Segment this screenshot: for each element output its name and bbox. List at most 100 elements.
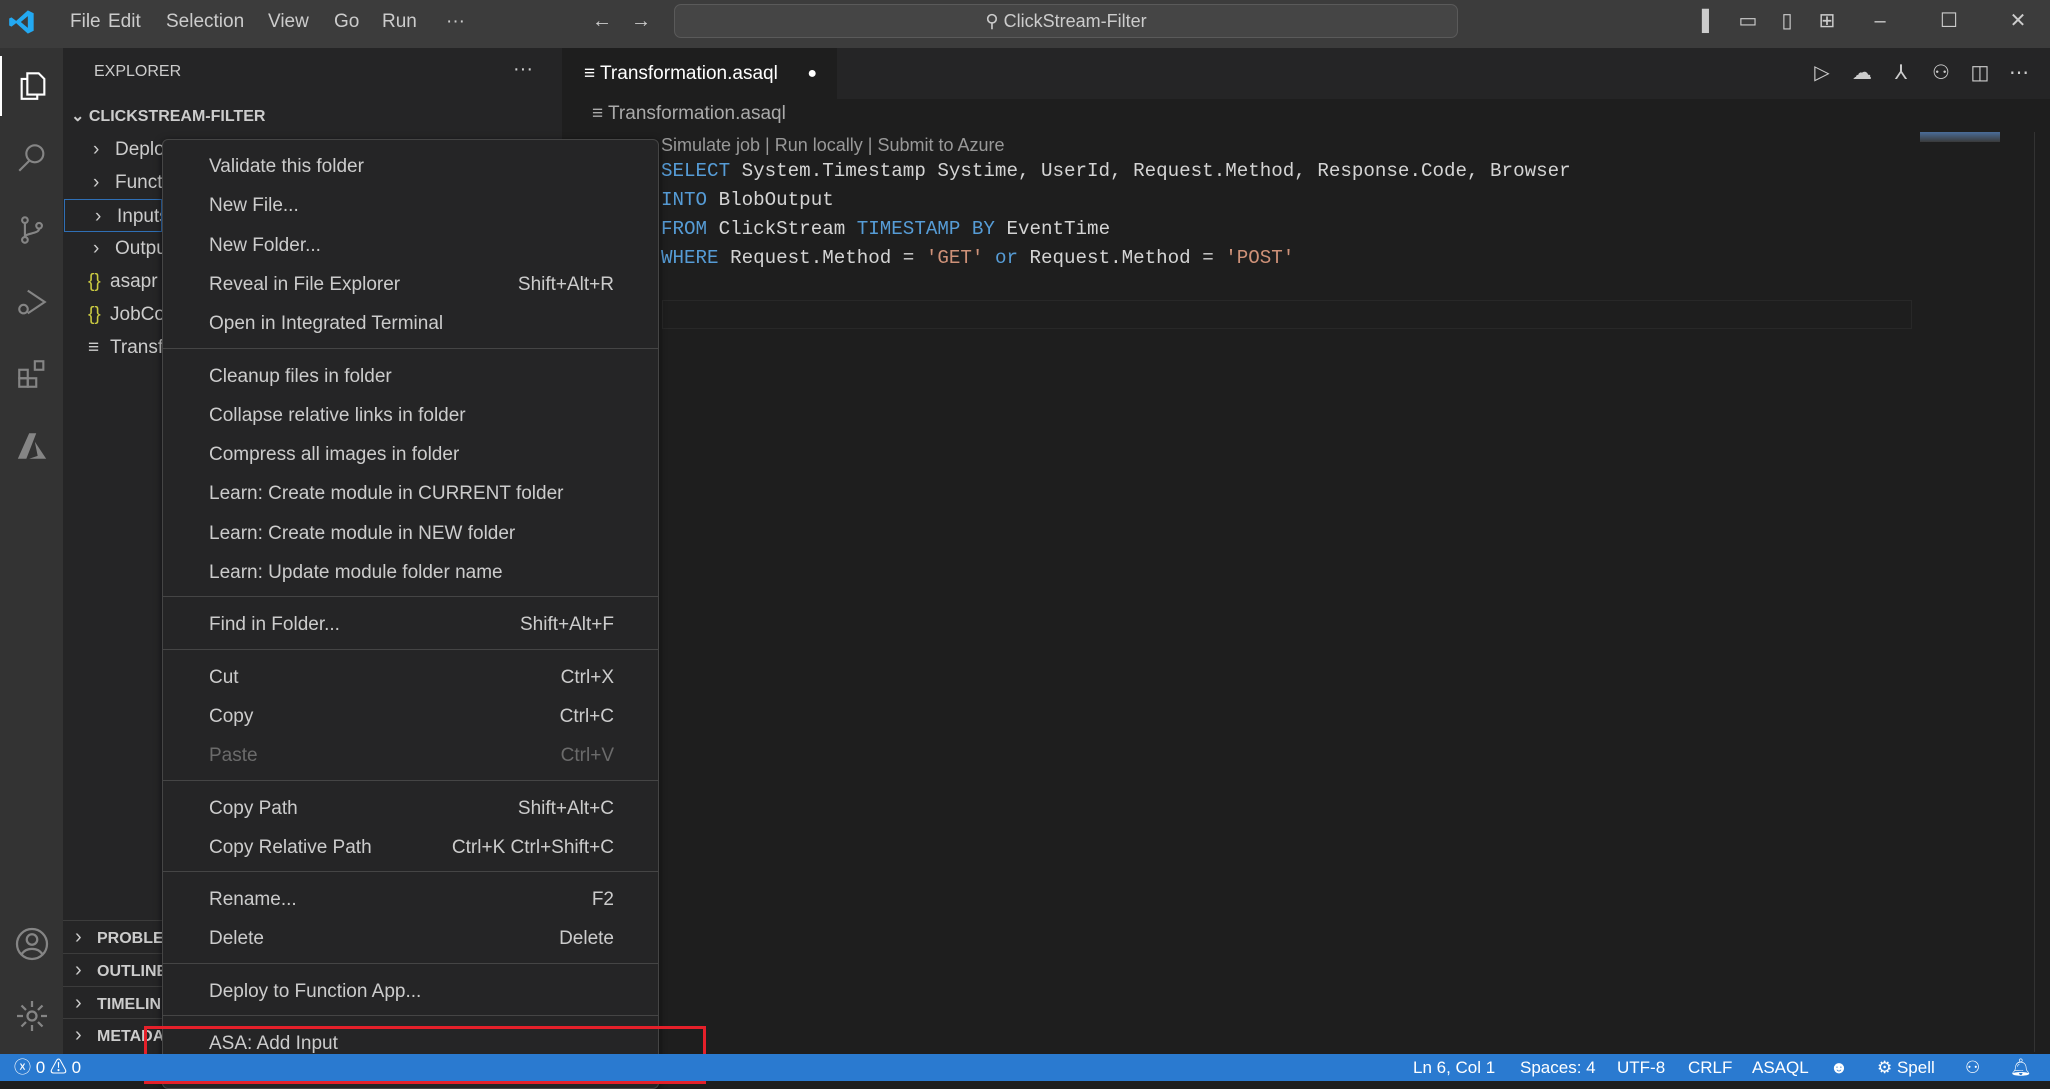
menu-run[interactable]: Run	[382, 0, 417, 44]
status-bar: ⓧ 0 ⚠ 0 Ln 6, Col 1 Spaces: 4 UTF-8 CRLF…	[0, 1054, 2050, 1081]
cursor-position[interactable]: Ln 6, Col 1	[1413, 1054, 1495, 1081]
chevron-right-icon: ›	[75, 926, 82, 948]
menu-item-deploy-to-function-app[interactable]: Deploy to Function App...	[163, 972, 658, 1011]
run-debug-icon[interactable]	[0, 272, 63, 332]
tree-item[interactable]: › Inputs	[64, 199, 162, 232]
tree-item[interactable]: › Outpu	[63, 232, 163, 265]
menu-separator	[163, 347, 658, 349]
menu-edit[interactable]: Edit	[108, 0, 141, 44]
code-token: INTO	[661, 189, 708, 211]
code-line[interactable]: INTO BlobOutput	[661, 186, 834, 215]
menu-item-label: Cut	[209, 666, 239, 688]
more-actions-icon[interactable]: ⋯	[2006, 60, 2032, 86]
menu-item-shortcut: Shift+Alt+C	[517, 797, 614, 819]
minimap[interactable]	[1920, 132, 2000, 142]
menu-item-learn-create-module-in-new-folder[interactable]: Learn: Create module in NEW folder	[163, 514, 658, 553]
menu-item-copy-path[interactable]: Copy Path Shift+Alt+C	[163, 789, 658, 828]
forward-arrow-icon[interactable]: →	[628, 8, 654, 34]
menu-separator	[163, 779, 658, 781]
menu-item-shortcut: Ctrl+C	[559, 705, 614, 727]
tree-item[interactable]: › Funct	[63, 166, 163, 199]
search-icon[interactable]	[0, 128, 63, 188]
language-mode[interactable]: ASAQL	[1752, 1054, 1809, 1081]
breadcrumb[interactable]: ≡ Transformation.asaql	[592, 103, 786, 125]
tree-item-label: Outpu	[115, 238, 163, 259]
menu-item-reveal-in-file-explorer[interactable]: Reveal in File Explorer Shift+Alt+R	[163, 265, 658, 304]
menu-item-shortcut: Shift+Alt+F	[520, 614, 614, 636]
encoding[interactable]: UTF-8	[1617, 1054, 1665, 1081]
workspace-root[interactable]: ⌄ CLICKSTREAM-FILTER	[71, 100, 265, 133]
notifications-bell-icon[interactable]: 🔔︎	[2010, 1054, 2032, 1081]
menu-item-learn-create-module-in-current-folder[interactable]: Learn: Create module in CURRENT folder	[163, 474, 658, 513]
problems-status[interactable]: ⓧ 0 ⚠ 0	[14, 1054, 81, 1081]
tab-transformation-asaql[interactable]: ≡ Transformation.asaql ●	[562, 48, 837, 99]
tree-item[interactable]: {} JobCo	[63, 298, 163, 331]
menu-item-new-file[interactable]: New File...	[163, 186, 658, 225]
activity-bar	[0, 48, 63, 1054]
run-icon[interactable]: ▷	[1809, 60, 1835, 86]
more-actions-icon[interactable]: ···	[513, 58, 533, 81]
toggle-panel-icon[interactable]: ▭	[1735, 8, 1761, 34]
code-token: ClickStream	[707, 218, 857, 240]
submit-cloud-icon[interactable]: ☁	[1849, 60, 1875, 86]
menu-item-learn-update-module-folder-name[interactable]: Learn: Update module folder name	[163, 553, 658, 592]
menu-view[interactable]: View	[268, 0, 309, 44]
customize-layout-icon[interactable]: ⊞	[1814, 8, 1840, 34]
indentation[interactable]: Spaces: 4	[1520, 1054, 1596, 1081]
chevron-right-icon: ›	[75, 1024, 82, 1046]
tree-item[interactable]: ≡ Transf	[63, 331, 163, 364]
menu-item-rename[interactable]: Rename... F2	[163, 880, 658, 919]
feedback-icon[interactable]: ⚇	[1965, 1054, 1980, 1081]
end-of-line[interactable]: CRLF	[1688, 1054, 1732, 1081]
menu-item-copy[interactable]: Copy Ctrl+C	[163, 697, 658, 736]
menu-item-new-folder[interactable]: New Folder...	[163, 226, 658, 265]
spell-status[interactable]: ⚙ Spell	[1877, 1054, 1935, 1081]
maximize-icon[interactable]: ☐	[1936, 8, 1962, 34]
code-line[interactable]: WHERE Request.Method = 'GET' or Request.…	[661, 244, 1294, 273]
azure-icon[interactable]	[0, 416, 63, 476]
menu-item-open-in-integrated-terminal[interactable]: Open in Integrated Terminal	[163, 304, 658, 343]
menu-item-collapse-relative-links-in-folder[interactable]: Collapse relative links in folder	[163, 396, 658, 435]
codelens-actions[interactable]: Simulate job | Run locally | Submit to A…	[661, 135, 1005, 156]
panel-label: OUTLINE	[97, 963, 168, 980]
settings-gear-icon[interactable]	[0, 986, 63, 1046]
menu-item-paste[interactable]: Paste Ctrl+V	[163, 736, 658, 775]
current-line-highlight	[662, 300, 1912, 329]
command-center-search[interactable]: ⚲ ClickStream-Filter	[674, 4, 1458, 38]
menu-item-label: Compress all images in folder	[209, 444, 460, 466]
menu-item-label: Cleanup files in folder	[209, 365, 392, 387]
accounts-icon[interactable]	[0, 914, 63, 974]
menu-item-cut[interactable]: Cut Ctrl+X	[163, 658, 658, 697]
menu-file[interactable]: File	[70, 0, 101, 44]
toggle-primary-sidebar-icon[interactable]: ▌	[1696, 8, 1722, 34]
menu-go[interactable]: Go	[334, 0, 359, 44]
menu-selection[interactable]: Selection	[166, 0, 244, 44]
minimize-icon[interactable]: –	[1867, 8, 1893, 34]
live-share-icon[interactable]: ⚇	[1928, 60, 1954, 86]
file-lines-icon: ≡	[592, 103, 609, 124]
tree-item-label: JobCo	[110, 304, 163, 325]
split-editor-icon[interactable]: ◫	[1967, 60, 1993, 86]
menu-item-find-in-folder[interactable]: Find in Folder... Shift+Alt+F	[163, 605, 658, 644]
editor-scrollbar[interactable]	[2034, 132, 2050, 1052]
back-arrow-icon[interactable]: ←	[589, 8, 615, 34]
menu-item-delete[interactable]: Delete Delete	[163, 919, 658, 958]
extensions-icon[interactable]	[0, 344, 63, 404]
code-line[interactable]: FROM ClickStream TIMESTAMP BY EventTime	[661, 215, 1110, 244]
diagram-icon[interactable]: ⅄	[1888, 60, 1914, 86]
menu-item-copy-relative-path[interactable]: Copy Relative Path Ctrl+K Ctrl+Shift+C	[163, 828, 658, 867]
menu-item-validate-this-folder[interactable]: Validate this folder	[163, 147, 658, 186]
tree-item[interactable]: › Deplo	[63, 133, 163, 166]
toggle-secondary-sidebar-icon[interactable]: ▯	[1774, 8, 1800, 34]
unsaved-dot-icon[interactable]: ●	[807, 48, 817, 99]
tree-item[interactable]: {} asapr	[63, 265, 163, 298]
menu-more[interactable]: ···	[446, 0, 465, 44]
explorer-icon[interactable]	[0, 56, 63, 116]
close-icon[interactable]: ✕	[2005, 8, 2031, 34]
menu-item-compress-all-images-in-folder[interactable]: Compress all images in folder	[163, 435, 658, 474]
code-line[interactable]: SELECT System.Timestamp Systime, UserId,…	[661, 157, 1571, 186]
menu-item-label: Copy Path	[209, 797, 298, 819]
source-control-icon[interactable]	[0, 200, 63, 260]
copilot-icon[interactable]: ☻	[1830, 1054, 1848, 1081]
menu-item-cleanup-files-in-folder[interactable]: Cleanup files in folder	[163, 357, 658, 396]
